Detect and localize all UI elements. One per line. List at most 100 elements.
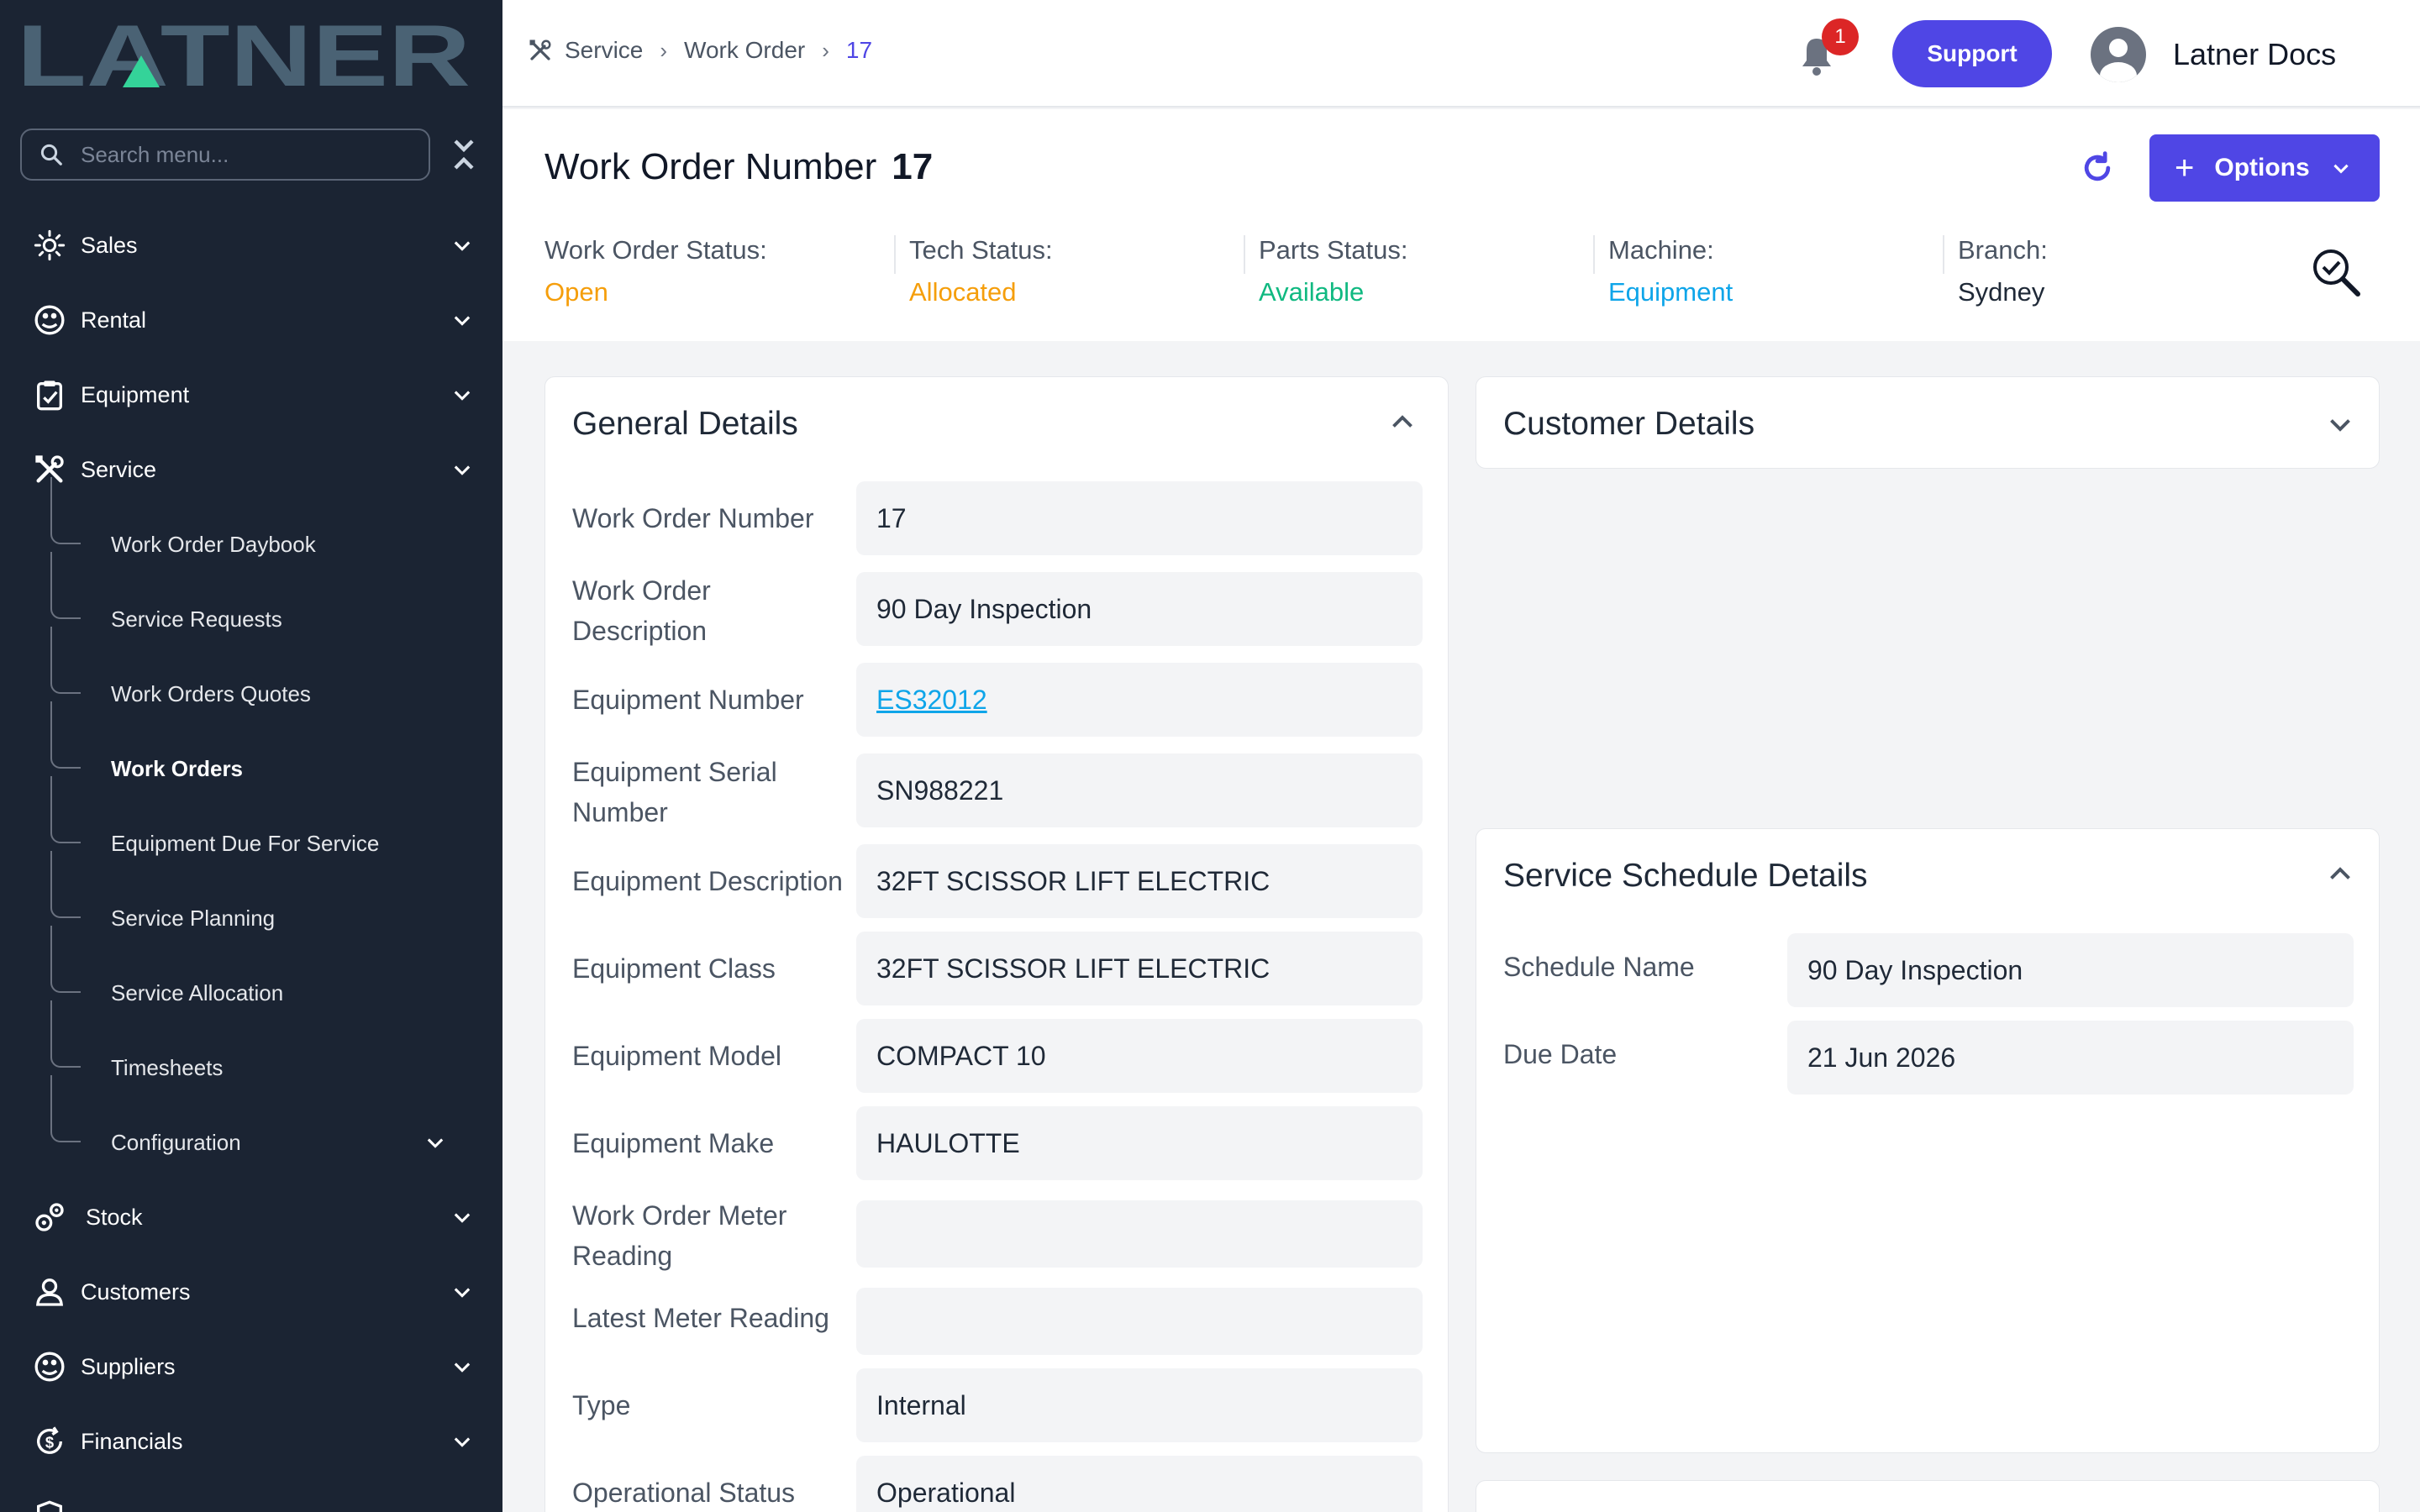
user-icon [32,1274,67,1310]
chevron-down-icon[interactable] [2325,409,2355,439]
chevron-down-icon [454,1213,471,1223]
sidebar-subitem-label: Service Planning [111,905,276,931]
user-name[interactable]: Latner Docs [2173,37,2336,72]
customer-details-card: Customer Details [1476,376,2380,469]
customer-details-body [1476,469,2380,828]
field-value[interactable]: Internal [856,1368,1423,1442]
field-value[interactable]: SN988221 [856,753,1423,827]
work-order-header: Work Order Number 17 + Options Work Order… [502,109,2420,341]
support-button[interactable]: Support [1892,20,2052,87]
chevron-right-icon: › [822,37,829,63]
breadcrumb-service[interactable]: Service [565,37,643,64]
tools-icon [529,39,551,60]
top-bar: Service › Work Order › 17 1 Support Latn… [502,0,2420,108]
sidebar-subitem-service-requests[interactable]: Service Requests [50,552,487,653]
sidebar-item-label: Suppliers [81,1353,176,1379]
status-value: Allocated [909,277,1017,307]
field-label: Equipment Number [572,685,804,715]
sidebar-subitem-timesheets[interactable]: Timesheets [50,1000,487,1101]
sidebar-item-label: Stock [86,1204,143,1230]
sidebar-subitem-work-order-daybook[interactable]: Work Order Daybook [50,477,487,578]
field-value[interactable]: 32FT SCISSOR LIFT ELECTRIC [856,932,1423,1005]
chevron-down-icon [454,391,471,401]
field-label: Equipment Model [572,1041,782,1071]
field-value[interactable]: 32FT SCISSOR LIFT ELECTRIC [856,844,1423,918]
field-value[interactable]: Operational [856,1456,1423,1512]
status-label: Machine: [1608,235,1714,265]
sidebar-item-label: Rental [81,307,147,333]
field-value[interactable] [856,1200,1423,1268]
status-value: Available [1259,277,1365,307]
sidebar-subitem-service-allocation[interactable]: Service Allocation [50,926,487,1026]
chevron-down-icon [454,1437,471,1447]
sidebar-item-rental[interactable]: Rental [0,286,502,354]
sidebar-item-equipment[interactable]: Equipment [0,361,502,428]
parts-status: Parts Status: Available [1259,235,1407,319]
sidebar-subitem-label: Timesheets [111,1054,224,1080]
sidebar-item-label: Customers [81,1278,191,1305]
notification-badge: 1 [1822,18,1859,55]
menu-search[interactable] [20,129,430,181]
field-value[interactable]: 90 Day Inspection [1787,933,2354,1007]
page-title: Work Order Number 17 [544,146,933,188]
field-label: Work Order Number [572,503,814,533]
field-value[interactable] [856,1288,1423,1355]
sidebar-item-partial[interactable] [0,1483,502,1512]
field-value[interactable]: 17 [856,481,1423,555]
chevron-down-icon [454,241,471,251]
refresh-icon[interactable] [2079,150,2116,186]
machine-status: Machine: Equipment [1608,235,1733,319]
page-title-label: Work Order Number [544,146,877,187]
collapse-all-icon[interactable] [450,136,477,173]
sidebar-subitem-work-orders[interactable]: Work Orders [50,701,487,802]
field-value[interactable]: COMPACT 10 [856,1019,1423,1093]
sidebar-subitem-work-orders-quotes[interactable]: Work Orders Quotes [50,627,487,727]
field-label: Equipment Class [572,953,776,984]
options-button[interactable]: + Options [2149,134,2380,202]
status-value[interactable]: Equipment [1608,277,1733,307]
sales-icon [32,228,67,263]
field-label: Type [572,1390,631,1420]
menu-search-input[interactable] [81,141,417,168]
chevron-up-icon[interactable] [2325,859,2355,890]
field-value[interactable]: HAULOTTE [856,1106,1423,1180]
chevron-right-icon: › [660,37,668,63]
suppliers-icon [32,1349,67,1384]
general-details-card: General Details Work Order Number 17 Wor… [544,376,1449,1512]
sidebar-item-suppliers[interactable]: Suppliers [0,1333,502,1400]
breadcrumb-work-order[interactable]: Work Order [684,37,805,64]
sidebar-subitem-label: Work Orders Quotes [111,680,311,706]
search-check-icon[interactable] [2309,245,2363,299]
sidebar-item-stock[interactable]: Stock [0,1184,502,1251]
tech-status: Tech Status: Allocated [909,235,1053,319]
chevron-down-icon [454,1288,471,1298]
search-icon [40,144,62,165]
avatar[interactable] [2091,27,2146,82]
sidebar: LATNER Sales Rental Equipment Service [0,0,502,1512]
status-label: Parts Status: [1259,235,1408,265]
branch-status: Branch: Sydney [1958,235,2048,319]
latner-logo[interactable]: LATNER [17,18,471,92]
sidebar-subitem-equipment-due-for-service[interactable]: Equipment Due For Service [50,776,487,877]
field-value: ES32012 [856,663,1423,737]
field-value[interactable]: 21 Jun 2026 [1787,1021,2354,1095]
status-label: Work Order Status: [544,235,767,265]
breadcrumb-current: 17 [845,37,873,63]
sidebar-item-sales[interactable]: Sales [0,212,502,279]
card-title: Service Schedule Details [1503,858,1868,894]
chevron-down-icon [454,316,471,326]
sidebar-subitem-label: Work Orders [111,755,244,781]
gears-icon [32,1200,67,1235]
chevron-up-icon[interactable] [1387,407,1418,438]
field-value[interactable]: 90 Day Inspection [856,572,1423,646]
field-label: Due Date [1503,1039,1618,1069]
equipment-number-link[interactable]: ES32012 [876,685,987,716]
status-value: Open [544,277,608,307]
sidebar-subitem-label: Service Allocation [111,979,284,1005]
sidebar-subitem-configuration[interactable]: Configuration [50,1075,487,1176]
sidebar-subitem-service-planning[interactable]: Service Planning [50,851,487,952]
status-value: Sydney [1958,277,2045,307]
sidebar-item-financials[interactable]: $ Financials [0,1408,502,1475]
chevron-down-icon [454,465,471,475]
sidebar-item-customers[interactable]: Customers [0,1258,502,1326]
